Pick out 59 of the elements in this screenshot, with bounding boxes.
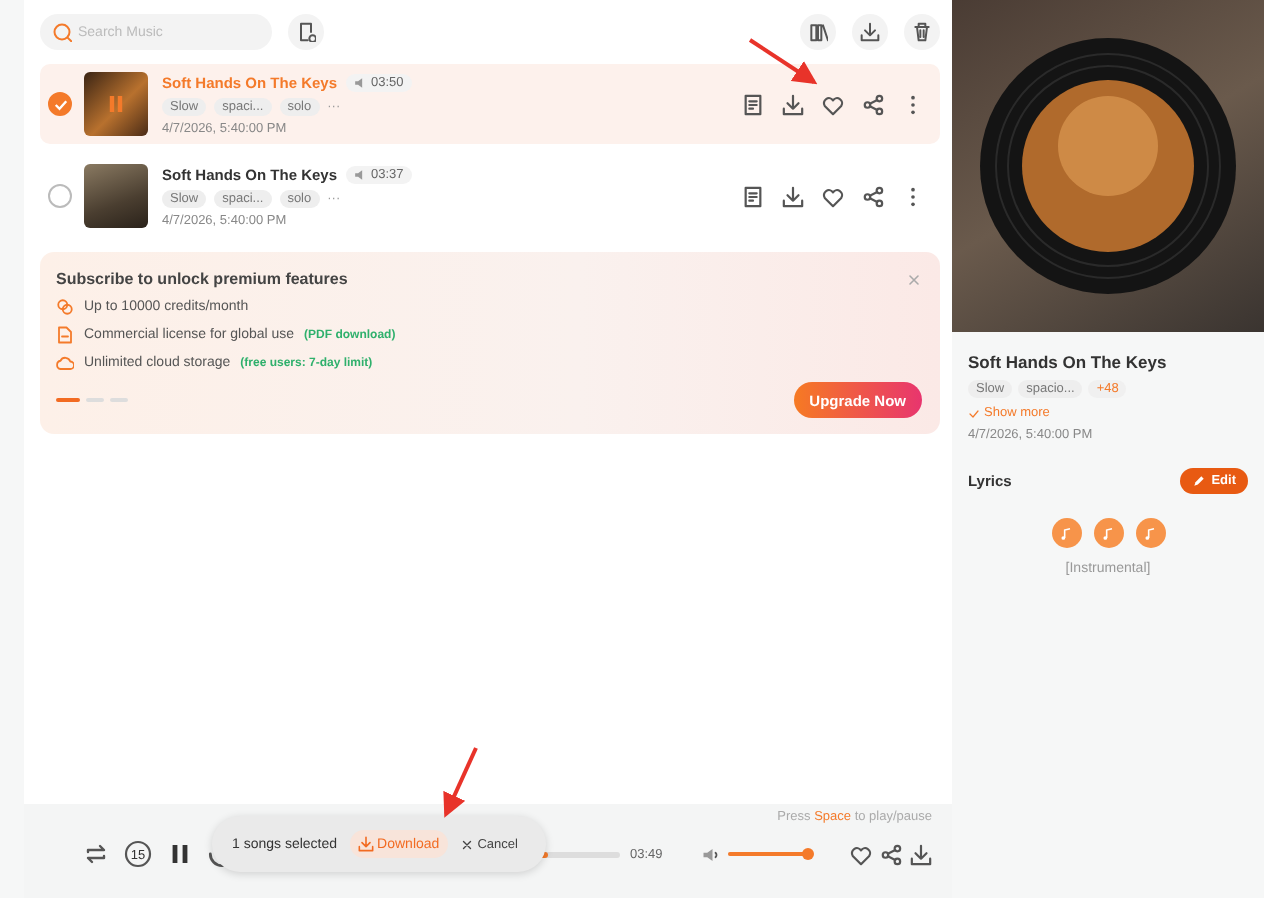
speaker-icon <box>353 75 368 89</box>
download-icon <box>782 93 804 115</box>
document-settings-button[interactable] <box>288 14 324 50</box>
song-title: Soft Hands On The Keys <box>968 352 1169 372</box>
coins-icon <box>56 298 74 316</box>
music-note-icon <box>1093 518 1123 548</box>
delete-button[interactable] <box>904 14 940 50</box>
favorite-button[interactable] <box>822 93 844 115</box>
search-icon <box>52 22 72 42</box>
heart-icon <box>850 843 872 865</box>
download-icon <box>782 185 804 207</box>
share-icon <box>880 843 902 865</box>
document-icon <box>742 185 764 207</box>
pause-button[interactable] <box>168 842 192 866</box>
close-icon <box>906 271 922 287</box>
share-button[interactable] <box>862 185 884 207</box>
download-button[interactable] <box>782 93 804 115</box>
document-gear-icon <box>296 22 316 42</box>
library-button[interactable] <box>800 14 836 50</box>
library-icon <box>808 22 828 42</box>
share-icon <box>862 185 884 207</box>
heart-icon <box>822 185 844 207</box>
slider-thumb[interactable] <box>802 848 815 860</box>
pause-icon <box>168 842 192 866</box>
download-button[interactable] <box>782 185 804 207</box>
music-note-icon <box>1135 518 1165 548</box>
download-icon <box>910 843 932 865</box>
pencil-icon <box>1191 474 1206 488</box>
volume-icon <box>702 845 721 863</box>
download-icon <box>357 836 374 852</box>
close-icon <box>459 837 474 851</box>
speaker-icon <box>353 167 368 181</box>
favorite-button[interactable] <box>822 185 844 207</box>
download-button[interactable] <box>910 843 932 865</box>
check-icon <box>968 407 980 419</box>
pause-icon <box>104 92 128 116</box>
arrow-annotation <box>443 747 478 818</box>
lyrics-button[interactable] <box>742 185 764 207</box>
heart-icon <box>822 93 844 115</box>
check-icon <box>51 95 69 113</box>
share-button[interactable] <box>862 93 884 115</box>
photo-placeholder <box>84 164 148 228</box>
share-icon <box>862 93 884 115</box>
document-icon <box>742 93 764 115</box>
favorite-button[interactable] <box>850 843 872 865</box>
lyrics-button[interactable] <box>742 93 764 115</box>
promo-title: Subscribe to unlock premium features <box>56 270 348 288</box>
share-button[interactable] <box>880 843 902 865</box>
cloud-icon <box>56 354 74 372</box>
checkbox[interactable] <box>48 184 72 208</box>
arrow-annotation <box>748 38 818 85</box>
repeat-button[interactable] <box>84 842 108 866</box>
download-icon <box>860 22 880 42</box>
repeat-icon <box>84 842 108 866</box>
document-icon <box>56 326 74 344</box>
download-button[interactable] <box>852 14 888 50</box>
checkbox[interactable] <box>48 92 72 116</box>
trash-icon <box>912 22 932 42</box>
music-note-icon <box>1051 518 1081 548</box>
